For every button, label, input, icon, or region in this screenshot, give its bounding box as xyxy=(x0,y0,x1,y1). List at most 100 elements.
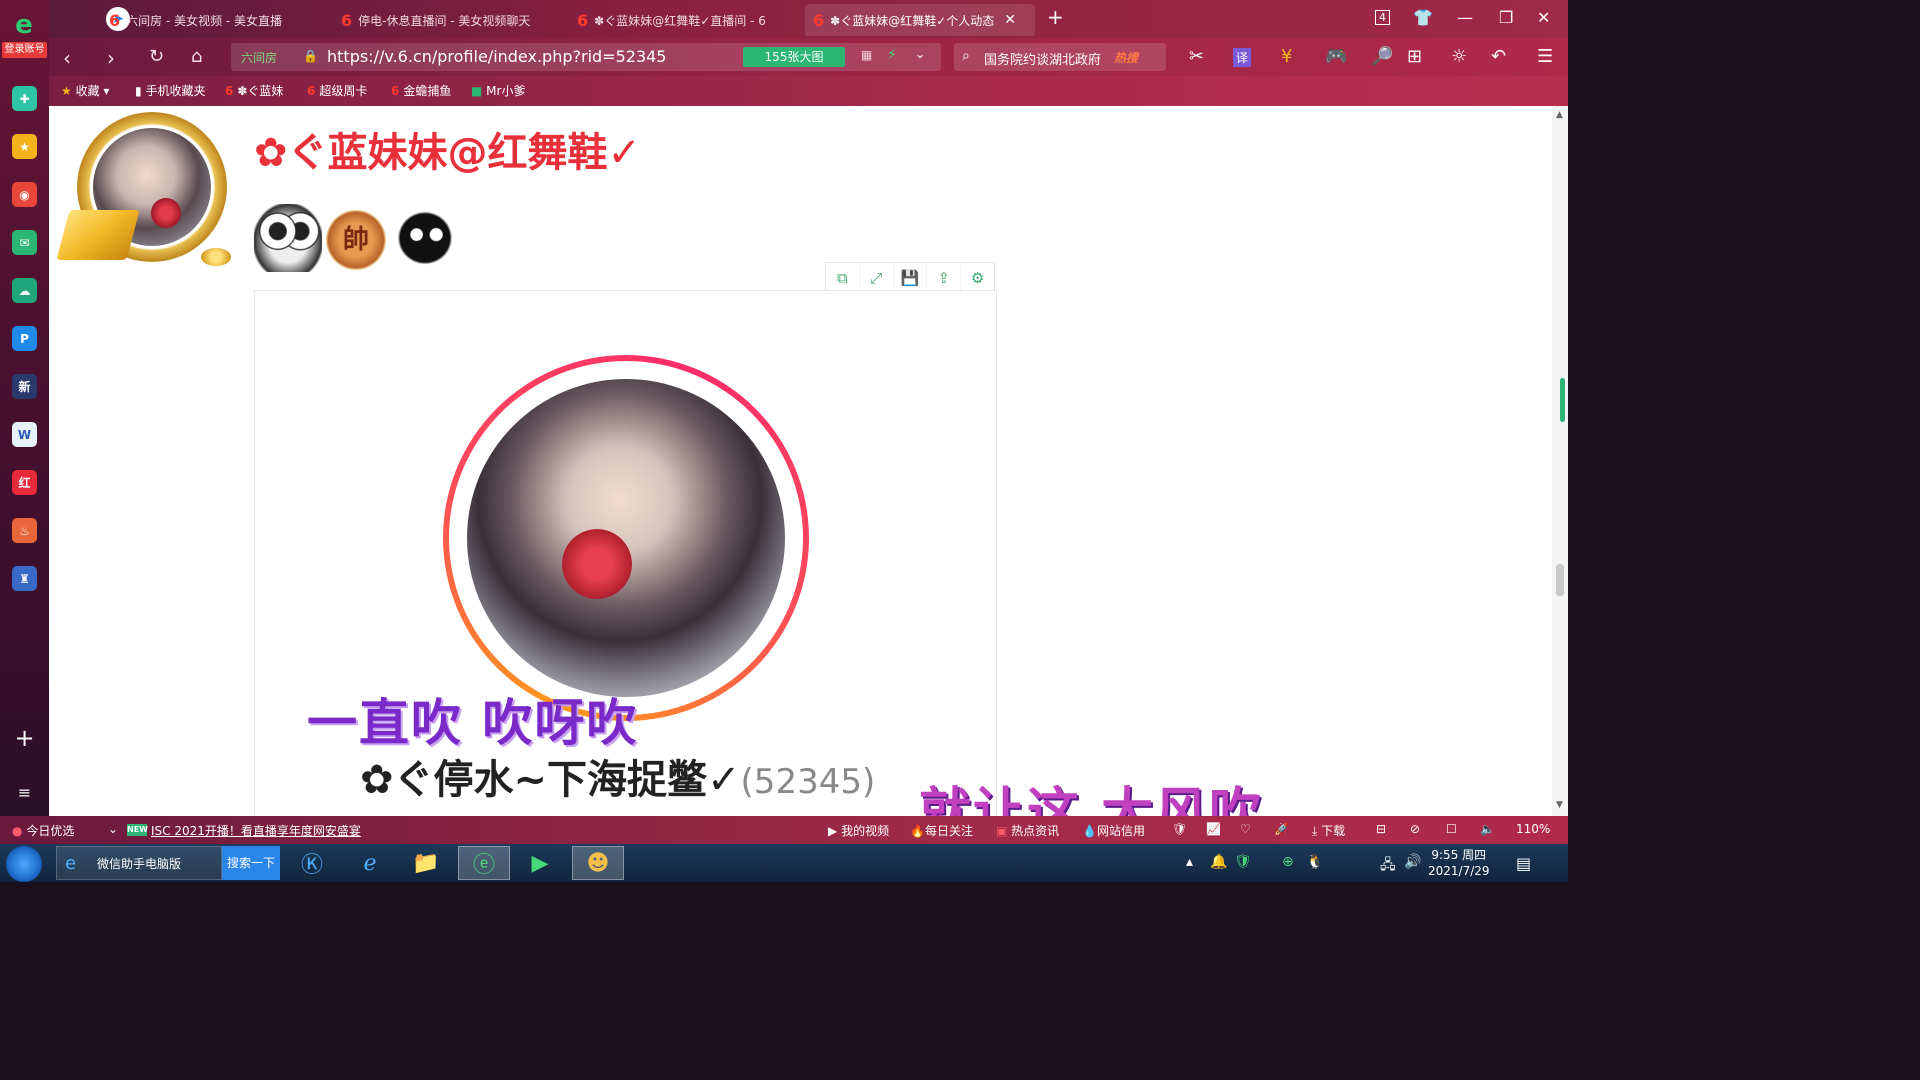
chevron-icon[interactable]: ⌄ xyxy=(108,822,118,836)
fav-item-collect[interactable]: ★ 收藏 ▾ xyxy=(61,82,109,99)
url-field[interactable]: 六间房 🔒 https://v.6.cn/profile/index.php?r… xyxy=(231,43,941,71)
news-app-icon[interactable]: 新 xyxy=(12,374,37,399)
post-avatar-image[interactable] xyxy=(467,379,785,697)
add-app-button[interactable]: + xyxy=(12,726,37,751)
browser-logo-icon[interactable]: e xyxy=(6,10,42,40)
skin-icon[interactable]: 👕 xyxy=(1413,8,1433,27)
shield-icon[interactable]: 🛡 xyxy=(1172,822,1187,836)
refresh-icon[interactable]: ↻ xyxy=(149,46,164,67)
bell-icon[interactable]: 🔔 xyxy=(1210,854,1227,870)
tab-count-badge[interactable]: 4 xyxy=(1375,10,1390,25)
star-app-icon[interactable]: ★ xyxy=(12,134,37,159)
back-icon[interactable]: ‹ xyxy=(63,46,71,70)
fullscreen-icon[interactable]: ⤢ xyxy=(860,263,894,293)
mail-app-icon[interactable]: ✉ xyxy=(12,230,37,255)
qq-icon[interactable]: 🐧 xyxy=(1306,854,1323,870)
coin-icon[interactable]: ¥ xyxy=(1281,46,1292,67)
layout-icon[interactable]: ⊟ xyxy=(1376,822,1386,836)
share-icon[interactable]: ⇪ xyxy=(927,263,962,293)
download-button[interactable]: ⤓ 下载 xyxy=(1312,822,1345,839)
chat-app-icon[interactable]: ☻ xyxy=(572,846,624,880)
face-badge-icon[interactable] xyxy=(390,204,460,272)
login-button[interactable]: 登录账号 xyxy=(2,42,47,58)
notifications-icon[interactable]: ▤ xyxy=(1516,854,1531,873)
chevron-down-icon[interactable]: ⌄ xyxy=(915,47,925,61)
no-image-icon[interactable]: ⊘ xyxy=(1410,822,1420,836)
translate-icon[interactable]: 译 xyxy=(1233,48,1252,67)
cloud-app-icon[interactable]: ☁ xyxy=(12,278,37,303)
panda-badge-icon[interactable] xyxy=(254,204,322,272)
headline-link[interactable]: ISC 2021开播！看直播享年度网安盛宴 xyxy=(151,822,361,839)
fav-item-mrxiaodie[interactable]: ■ Mr小爹 xyxy=(471,82,525,99)
lightning-icon[interactable]: ⚡ xyxy=(887,47,897,63)
window-icon[interactable]: ☐ xyxy=(1446,822,1457,836)
ie-browser-icon[interactable]: ℯ xyxy=(344,846,396,880)
qr-icon[interactable]: ▦ xyxy=(861,48,872,62)
video-player-icon[interactable]: ▶ xyxy=(514,846,566,880)
home-icon[interactable]: ⌂ xyxy=(191,46,202,67)
fav-item-fishing[interactable]: 6 金蟾捕鱼 xyxy=(391,82,451,99)
search-text[interactable]: 国务院约谈湖北政府 xyxy=(984,49,1101,68)
folder-icon[interactable]: 📁 xyxy=(400,846,452,880)
new-tab-button[interactable]: + xyxy=(1047,5,1064,29)
my-videos-button[interactable]: ▶ 我的视频 xyxy=(828,822,889,839)
tray-expand-icon[interactable]: ▴ xyxy=(1186,854,1193,870)
plus-circle-icon[interactable]: ⊕ xyxy=(1282,854,1294,870)
castle-app-icon[interactable]: ♜ xyxy=(12,566,37,591)
copy-icon[interactable]: ⧉ xyxy=(826,263,860,293)
close-tab-icon[interactable]: ✕ xyxy=(1004,12,1016,28)
bigpic-button[interactable]: 155张大图 xyxy=(743,47,845,67)
menu-icon[interactable]: ☰ xyxy=(1537,46,1553,67)
security-icon[interactable]: 🛡 xyxy=(1234,854,1252,870)
tab-4-active[interactable]: 6 ✽ぐ蓝妹妹@红舞鞋✓个人动态 ✕ xyxy=(805,4,1035,36)
minimize-icon[interactable]: — xyxy=(1457,8,1473,27)
hot-news-button[interactable]: ▣ 热点资讯 xyxy=(996,822,1059,839)
speaker-icon[interactable]: 🔊 xyxy=(1404,854,1421,870)
k-browser-icon[interactable]: Ⓚ xyxy=(286,846,338,880)
settings-icon[interactable]: ⚙ xyxy=(961,263,994,293)
fav-item-mobile[interactable]: ▮ 手机收藏夹 xyxy=(135,82,205,99)
gamepad-icon[interactable]: 🎮 xyxy=(1325,46,1347,67)
volume-icon[interactable]: 🔈 xyxy=(1480,822,1495,836)
profile-avatar[interactable] xyxy=(56,110,231,270)
heartbeat-icon[interactable]: ♡ xyxy=(1240,822,1251,836)
xiaohongshu-app-icon[interactable]: 红 xyxy=(12,470,37,495)
rocket-icon[interactable]: 🚀 xyxy=(1274,822,1289,836)
daily-follow-button[interactable]: 🔥每日关注 xyxy=(910,822,973,839)
tab-2[interactable]: 6 停电-休息直播间 - 美女视频聊天 xyxy=(333,4,559,36)
brightness-icon[interactable]: ☼ xyxy=(1451,46,1467,67)
search-input[interactable]: ⌕ 国务院约谈湖北政府 热搜 xyxy=(954,43,1166,71)
today-picks-button[interactable]: ● 今日优选 xyxy=(12,822,74,839)
start-button[interactable] xyxy=(6,846,42,882)
p-app-icon[interactable]: P xyxy=(12,326,37,351)
fav-item-lanmei[interactable]: 6 ✽ぐ蓝妹 xyxy=(225,82,283,99)
scissors-icon[interactable]: ✂ xyxy=(1189,46,1204,67)
tab-1[interactable]: 6 六间房 - 美女视频 - 美女直播 xyxy=(101,4,327,36)
shuai-coin-badge[interactable]: 帥 xyxy=(326,210,386,270)
restore-icon[interactable]: ❐ xyxy=(1499,8,1513,27)
url-text[interactable]: https://v.6.cn/profile/index.php?rid=523… xyxy=(327,47,666,66)
undo-icon[interactable]: ↶ xyxy=(1491,46,1506,67)
browser-task-icon[interactable]: ⓔ xyxy=(458,846,510,880)
fav-item-weekcard[interactable]: 6 超级周卡 xyxy=(307,82,367,99)
game-app-icon[interactable]: ♨ xyxy=(12,518,37,543)
save-icon[interactable]: 💾 xyxy=(894,263,928,293)
close-window-icon[interactable]: ✕ xyxy=(1537,8,1550,27)
wechat-assistant-task[interactable]: e 微信助手电脑版 xyxy=(56,846,222,880)
scroll-up-icon[interactable]: ▲ xyxy=(1556,110,1563,120)
word-app-icon[interactable]: W xyxy=(12,422,37,447)
page-scrollbar[interactable]: ▲ ▼ xyxy=(1552,106,1568,816)
weibo-app-icon[interactable]: ◉ xyxy=(12,182,37,207)
magnifier-icon[interactable]: 🔎 xyxy=(1371,46,1393,67)
forward-icon[interactable]: › xyxy=(107,46,115,70)
tab-3[interactable]: 6 ✽ぐ蓝妹妹@红舞鞋✓直播间 - 6 xyxy=(569,4,795,36)
taskbar-search-button[interactable]: 搜索一下 xyxy=(222,846,280,880)
zoom-level[interactable]: 110% xyxy=(1516,822,1550,836)
site-credit-button[interactable]: 💧网站信用 xyxy=(1082,822,1145,839)
grid-icon[interactable]: ⊞ xyxy=(1407,46,1422,67)
sidebar-menu-button[interactable]: ≡ xyxy=(12,780,37,805)
scroll-down-icon[interactable]: ▼ xyxy=(1556,800,1563,810)
clock[interactable]: 9:55 周四 2021/7/29 xyxy=(1428,847,1490,879)
chart-icon[interactable]: 📈 xyxy=(1206,822,1221,836)
plus-app-icon[interactable]: ✚ xyxy=(12,86,37,111)
